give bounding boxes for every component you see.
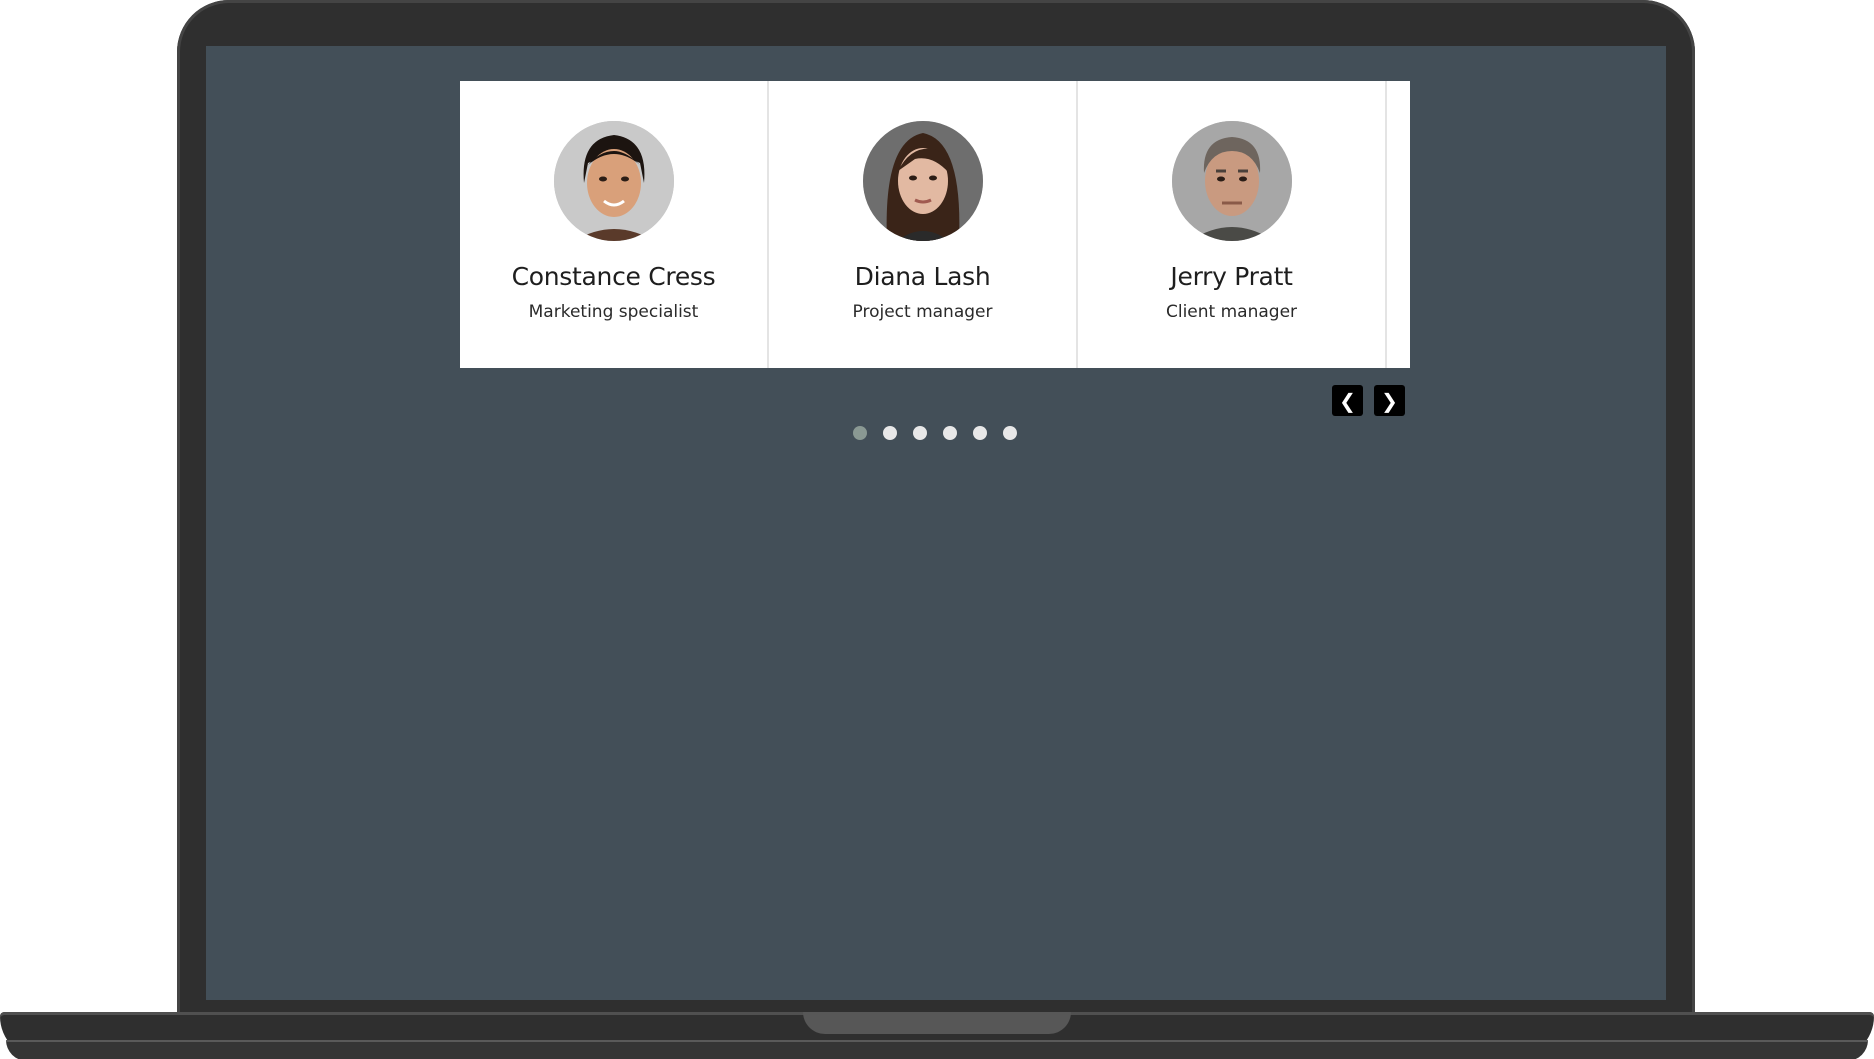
laptop-mockup: Constance Cress Marketing specialist Dia… [0,0,1874,1059]
carousel-dot[interactable] [1003,426,1017,440]
screen: Constance Cress Marketing specialist Dia… [206,46,1666,1000]
woman-portrait-icon [553,121,674,241]
carousel-dots [853,426,1017,440]
carousel-next-button[interactable]: ❯ [1374,385,1405,416]
member-role: Marketing specialist [528,302,699,322]
member-name: Jerry Pratt [1170,262,1293,291]
team-card[interactable]: Diana Lash Project manager [769,81,1078,368]
team-card[interactable]: Jerry Pratt Client manager [1078,81,1387,368]
member-name: Diana Lash [854,262,991,291]
laptop-notch [803,1012,1071,1034]
carousel-prev-button[interactable]: ❮ [1332,385,1363,416]
laptop-base-edge [6,1040,1868,1059]
woman-portrait-icon [862,121,983,241]
carousel-dot[interactable] [913,426,927,440]
carousel-dot[interactable] [883,426,897,440]
carousel-dot[interactable] [943,426,957,440]
team-card[interactable]: Constance Cress Marketing specialist [460,81,769,368]
member-name: Constance Cress [511,262,716,291]
team-card-partial [1387,81,1407,368]
carousel-dot[interactable] [853,426,867,440]
member-role: Project manager [852,302,993,322]
man-portrait-icon [1171,121,1292,241]
member-role: Client manager [1165,302,1298,322]
team-carousel: Constance Cress Marketing specialist Dia… [460,81,1410,368]
carousel-dot[interactable] [973,426,987,440]
